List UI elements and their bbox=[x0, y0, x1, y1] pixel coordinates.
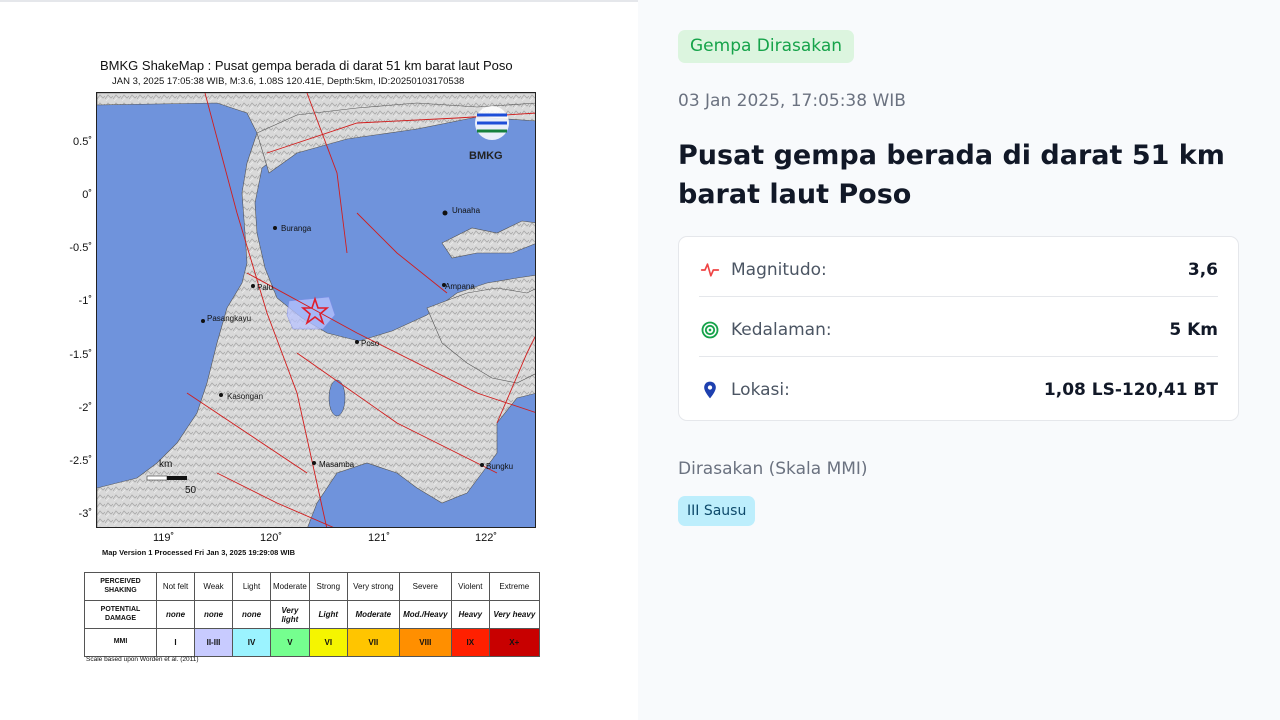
mmi-cell: V bbox=[270, 628, 310, 657]
svg-text:Ampana: Ampana bbox=[445, 282, 475, 291]
mmi-cell: II-III bbox=[194, 628, 233, 657]
svg-text:Pasangkayu: Pasangkayu bbox=[207, 314, 251, 323]
lon-tick: 121˚ bbox=[368, 532, 391, 544]
map-title: BMKG ShakeMap : Pusat gempa berada di da… bbox=[100, 58, 513, 73]
earthquake-info-panel: Gempa Dirasakan 03 Jan 2025, 17:05:38 WI… bbox=[638, 0, 1280, 720]
magnitude-label: Magnitudo: bbox=[731, 260, 827, 280]
mmi-felt-badge: III Sausu bbox=[678, 496, 756, 526]
lat-tick: -1.5˚ bbox=[69, 349, 92, 361]
lon-tick: 120˚ bbox=[260, 532, 283, 544]
lat-tick: -2.5˚ bbox=[69, 455, 92, 467]
lat-tick: -0.5˚ bbox=[69, 242, 92, 254]
svg-text:50: 50 bbox=[185, 485, 197, 496]
mmi-cell: IX bbox=[450, 628, 490, 657]
map-subtitle: JAN 3, 2025 17:05:38 WIB, M:3.6, 1.08S 1… bbox=[112, 76, 465, 87]
mmi-cell: IV bbox=[232, 628, 271, 657]
svg-text:Masamba: Masamba bbox=[319, 460, 355, 469]
mmi-cell: I bbox=[156, 628, 195, 657]
lat-tick: -3˚ bbox=[78, 508, 92, 520]
shaking-row: PERCEIVED SHAKING Not felt Weak Light Mo… bbox=[84, 572, 540, 601]
depth-value: 5 Km bbox=[1169, 320, 1218, 340]
event-datetime: 03 Jan 2025, 17:05:38 WIB bbox=[678, 91, 906, 111]
mmi-legend-table: PERCEIVED SHAKING Not felt Weak Light Mo… bbox=[84, 572, 540, 657]
location-value: 1,08 LS-120,41 BT bbox=[1043, 380, 1218, 400]
row-label: MMI bbox=[84, 628, 157, 657]
location-row: Lokasi: 1,08 LS-120,41 BT bbox=[699, 360, 1218, 420]
row-label: POTENTIAL DAMAGE bbox=[84, 600, 157, 629]
svg-text:km: km bbox=[159, 459, 172, 470]
magnitude-value: 3,6 bbox=[1187, 260, 1218, 280]
svg-text:Unaaha: Unaaha bbox=[452, 206, 481, 215]
map-canvas: Unaaha Buranga Palu Ampana Pasangkayu Po… bbox=[97, 93, 535, 527]
svg-text:Poso: Poso bbox=[361, 339, 380, 348]
row-label: PERCEIVED SHAKING bbox=[84, 572, 157, 601]
mmi-cell: VII bbox=[346, 628, 400, 657]
location-pin-icon bbox=[699, 379, 721, 401]
shakemap-panel: BMKG ShakeMap : Pusat gempa berada di da… bbox=[0, 0, 638, 720]
magnitude-row: Magnitudo: 3,6 bbox=[699, 240, 1218, 300]
lat-tick: -2˚ bbox=[78, 402, 92, 414]
lon-tick: 122˚ bbox=[475, 532, 498, 544]
svg-text:Kasongan: Kasongan bbox=[227, 392, 263, 401]
location-label: Lokasi: bbox=[731, 380, 790, 400]
svg-text:Buranga: Buranga bbox=[281, 224, 312, 233]
svg-text:BMKG: BMKG bbox=[469, 150, 503, 162]
mmi-row: MMI I II-III IV V VI VII VIII IX X+ bbox=[84, 628, 540, 657]
map-version: Map Version 1 Processed Fri Jan 3, 2025 … bbox=[102, 548, 296, 557]
mmi-cell: VI bbox=[308, 628, 348, 657]
depth-row: Kedalaman: 5 Km bbox=[699, 300, 1218, 360]
event-details-card: Magnitudo: 3,6 Kedalaman: 5 Km Lokasi: 1… bbox=[678, 236, 1239, 421]
lat-tick: -1˚ bbox=[78, 295, 92, 307]
felt-scale-title: Dirasakan (Skala MMI) bbox=[678, 459, 868, 479]
shakemap-map: Unaaha Buranga Palu Ampana Pasangkayu Po… bbox=[96, 92, 536, 528]
target-icon bbox=[699, 319, 721, 341]
divider bbox=[699, 356, 1218, 357]
lat-tick: 0˚ bbox=[82, 189, 92, 201]
lat-tick: 0.5˚ bbox=[73, 136, 92, 148]
event-headline: Pusat gempa berada di darat 51 km barat … bbox=[678, 140, 1225, 210]
svg-text:Bungku: Bungku bbox=[486, 462, 513, 471]
depth-label: Kedalaman: bbox=[731, 320, 832, 340]
mmi-cell: VIII bbox=[398, 628, 452, 657]
scale-note: Scale based upon Worden et al. (2011) bbox=[86, 656, 199, 663]
mmi-cell: X+ bbox=[488, 628, 540, 657]
lon-tick: 119˚ bbox=[153, 532, 175, 544]
felt-status-badge: Gempa Dirasakan bbox=[678, 30, 855, 63]
activity-icon bbox=[699, 259, 721, 281]
svg-text:Palu: Palu bbox=[257, 283, 273, 292]
damage-row: POTENTIAL DAMAGE none none none Very lig… bbox=[84, 600, 540, 629]
divider bbox=[699, 296, 1218, 297]
